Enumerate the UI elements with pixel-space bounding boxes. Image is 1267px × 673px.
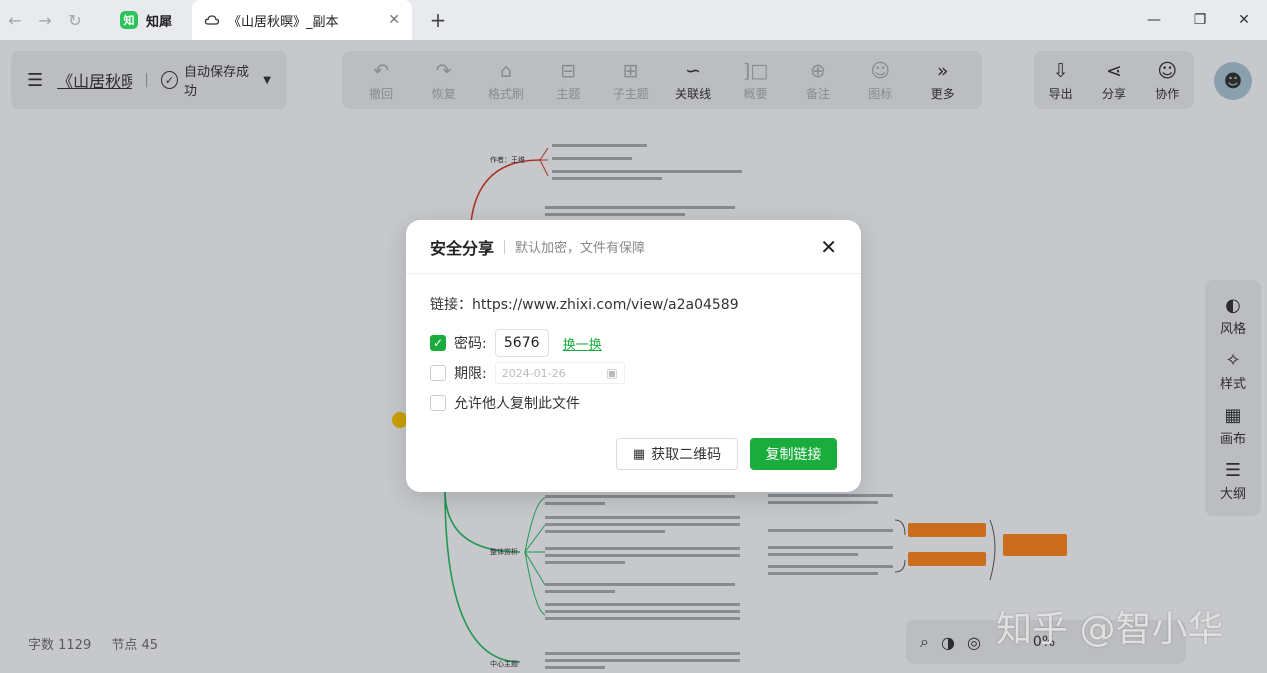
get-qr-label: 获取二维码 xyxy=(651,447,722,463)
cloud-icon xyxy=(204,15,220,25)
dialog-subtitle: 默认加密，文件有保障 xyxy=(515,241,646,256)
password-row: ✓ 密码: 5676 换一换 xyxy=(430,328,837,358)
new-tab-button[interactable]: + xyxy=(418,0,458,40)
allow-copy-checkbox[interactable] xyxy=(430,395,446,411)
reload-button[interactable]: ↻ xyxy=(60,0,90,40)
browser-chrome: ← → ↻ 知 知犀 《山居秋暝》_副本 ✕ + — ❐ ✕ xyxy=(0,0,1267,40)
qr-code-icon: ▦ xyxy=(632,446,646,462)
tab-document[interactable]: 《山居秋暝》_副本 ✕ xyxy=(192,0,412,40)
forward-button[interactable]: → xyxy=(30,0,60,40)
expiry-row: 期限: 2024-01-26 ▣ xyxy=(430,358,837,388)
expiry-placeholder: 2024-01-26 xyxy=(501,366,566,380)
link-label: 链接： xyxy=(430,297,472,313)
zhixi-logo-icon: 知 xyxy=(120,11,138,29)
get-qr-button[interactable]: ▦ 获取二维码 xyxy=(616,438,738,470)
refresh-password-link[interactable]: 换一换 xyxy=(563,334,602,353)
restore-button[interactable]: ❐ xyxy=(1177,0,1223,40)
tab-label: 《山居秋暝》_副本 xyxy=(228,14,339,30)
expiry-label: 期限: xyxy=(454,366,487,382)
dialog-header: 安全分享 默认加密，文件有保障 ✕ xyxy=(406,220,861,274)
password-label: 密码: xyxy=(454,336,487,352)
expiry-checkbox[interactable] xyxy=(430,365,446,381)
tab-zhixi[interactable]: 知 知犀 xyxy=(108,0,192,40)
divider xyxy=(504,239,506,254)
expiry-date-input[interactable]: 2024-01-26 ▣ xyxy=(494,362,625,384)
allow-copy-label: 允许他人复制此文件 xyxy=(454,396,580,412)
share-link: 链接：https://www.zhixi.com/view/a2a04589 xyxy=(430,294,837,316)
password-checkbox[interactable]: ✓ xyxy=(430,335,446,351)
minimize-button[interactable]: — xyxy=(1131,0,1177,40)
dialog-title: 安全分享 xyxy=(430,238,495,258)
calendar-icon: ▣ xyxy=(606,366,618,380)
dialog-body: 链接：https://www.zhixi.com/view/a2a04589 ✓… xyxy=(406,274,861,418)
allow-copy-row: 允许他人复制此文件 xyxy=(430,388,837,418)
copy-link-button[interactable]: 复制链接 xyxy=(750,438,837,470)
back-button[interactable]: ← xyxy=(0,0,30,40)
tab-close-icon[interactable]: ✕ xyxy=(388,12,400,28)
password-field[interactable]: 5676 xyxy=(494,329,549,357)
close-icon[interactable]: ✕ xyxy=(820,235,837,259)
dialog-footer: ▦ 获取二维码 复制链接 xyxy=(406,438,861,470)
tab-label: 知犀 xyxy=(146,14,173,30)
secure-share-dialog: 安全分享 默认加密，文件有保障 ✕ 链接：https://www.zhixi.c… xyxy=(406,220,861,492)
close-window-button[interactable]: ✕ xyxy=(1221,0,1267,40)
link-url[interactable]: https://www.zhixi.com/view/a2a04589 xyxy=(472,297,739,313)
